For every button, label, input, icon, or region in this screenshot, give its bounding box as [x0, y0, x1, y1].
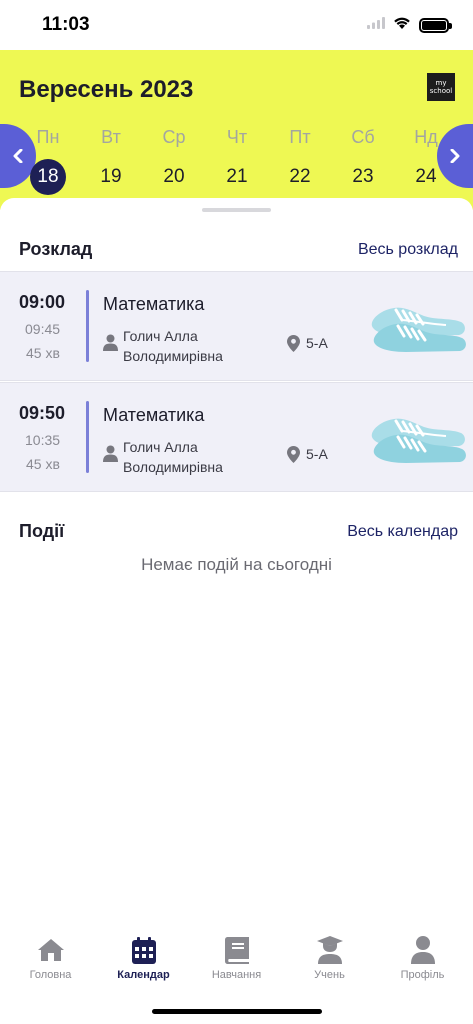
tab-profile[interactable]: Профіль: [378, 928, 468, 1024]
lesson-subject: Математика: [103, 405, 205, 425]
user-icon: [378, 935, 468, 965]
day-name: Ср: [162, 127, 186, 147]
status-time: 11:03: [42, 14, 90, 35]
tab-label: Головна: [29, 969, 72, 981]
home-icon: [6, 935, 96, 965]
sheet-grabber[interactable]: [202, 208, 271, 212]
calendar-icon: [99, 935, 189, 965]
day-wednesday[interactable]: Ср 20: [143, 125, 205, 195]
home-indicator: [152, 1009, 322, 1014]
week-days: Пн 18 Вт 19 Ср 20 Чт 21 Пт 22 Сб 23 Нд 2…: [17, 125, 457, 195]
day-number[interactable]: 19: [93, 159, 129, 195]
lesson-start-time: 09:00: [19, 292, 66, 312]
lesson-divider: [86, 401, 89, 473]
tab-home[interactable]: Головна: [6, 928, 96, 1024]
day-number-selected[interactable]: 18: [30, 159, 66, 195]
day-name: Пн: [36, 127, 60, 147]
day-name: Пт: [289, 127, 311, 147]
month-title: Вересень 2023: [19, 76, 194, 103]
status-bar: 11:03: [0, 0, 473, 50]
lesson-duration: 45 хв: [26, 456, 60, 472]
school-logo: my school: [427, 73, 455, 101]
teacher-icon: [103, 334, 118, 356]
student-icon: [285, 935, 375, 965]
day-thursday[interactable]: Чт 21: [206, 125, 268, 195]
lesson-end-time: 09:45: [25, 321, 61, 337]
calendar-header: Вересень 2023 my school Пн 18 Вт 19 Ср 2…: [0, 50, 473, 210]
lesson-divider: [86, 290, 89, 362]
day-tuesday[interactable]: Вт 19: [80, 125, 142, 195]
day-number[interactable]: 24: [408, 159, 444, 195]
location-pin-icon: [287, 335, 300, 357]
day-number[interactable]: 23: [345, 159, 381, 195]
tab-label: Профіль: [400, 969, 445, 981]
lesson-card[interactable]: 09:00 09:45 45 хв Математика Голич Алла …: [0, 271, 473, 381]
events-title: Події: [19, 521, 65, 541]
content-sheet: Розклад Весь розклад 09:00 09:45 45 хв М…: [0, 198, 473, 928]
schedule-title: Розклад: [19, 239, 93, 259]
location-pin-icon: [287, 446, 300, 468]
day-friday[interactable]: Пт 22: [269, 125, 331, 195]
day-number[interactable]: 21: [219, 159, 255, 195]
day-number[interactable]: 20: [156, 159, 192, 195]
lesson-card[interactable]: 09:50 10:35 45 хв Математика Голич Алла …: [0, 382, 473, 492]
no-events-message: Немає подій на сьогодні: [141, 555, 332, 574]
tab-label: Навчання: [211, 969, 262, 981]
lesson-room: 5-А: [306, 335, 328, 351]
lesson-start-time: 09:50: [19, 403, 66, 423]
wifi-icon: [393, 16, 411, 34]
tab-label: Учень: [314, 969, 345, 981]
day-sunday[interactable]: Нд 24: [395, 125, 457, 195]
day-name: Вт: [101, 127, 121, 147]
lesson-teacher: Голич Алла Володимирівна: [123, 328, 223, 364]
day-name: Сб: [351, 127, 375, 147]
battery-icon: [419, 17, 452, 33]
book-icon: [192, 935, 282, 965]
status-icons: [367, 16, 452, 34]
sneakers-icon: [366, 413, 468, 472]
sneakers-icon: [366, 302, 468, 361]
teacher-icon: [103, 445, 118, 467]
cellular-signal-icon: [367, 16, 385, 34]
lesson-duration: 45 хв: [26, 345, 60, 361]
tab-label: Календар: [117, 969, 170, 981]
day-number[interactable]: 22: [282, 159, 318, 195]
lesson-room: 5-А: [306, 446, 328, 462]
lesson-end-time: 10:35: [25, 432, 61, 448]
lesson-teacher: Голич Алла Володимирівна: [123, 439, 223, 475]
full-calendar-link[interactable]: Весь календар: [347, 523, 458, 541]
day-monday[interactable]: Пн 18: [17, 125, 79, 195]
day-name: Чт: [226, 127, 248, 147]
lesson-subject: Математика: [103, 294, 205, 314]
full-schedule-link[interactable]: Весь розклад: [358, 241, 458, 259]
day-name: Нд: [414, 127, 438, 147]
day-saturday[interactable]: Сб 23: [332, 125, 394, 195]
